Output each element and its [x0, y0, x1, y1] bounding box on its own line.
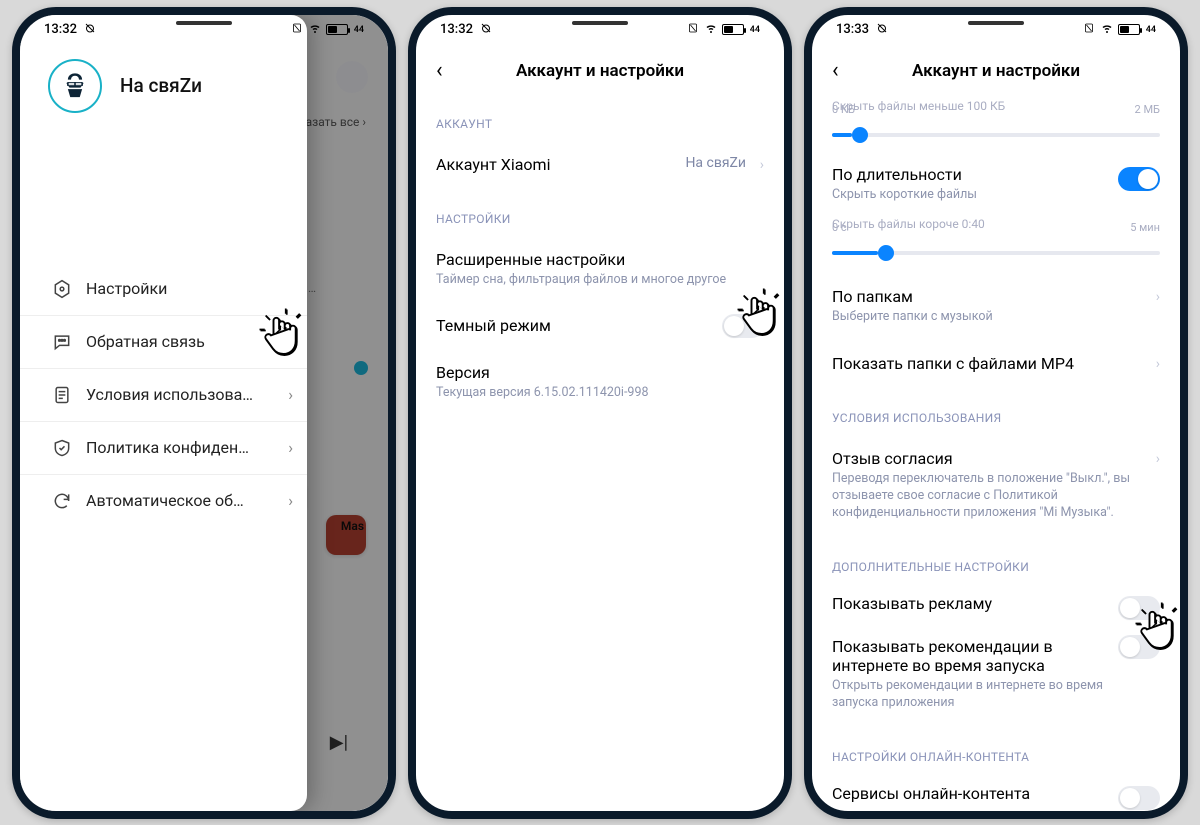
alarm-off-icon — [83, 22, 97, 38]
chevron-right-icon: › — [288, 438, 293, 457]
section-account: АККАУНТ — [436, 117, 764, 131]
slider-min: 0 КБ — [832, 103, 855, 116]
row-subtitle: Открыть рекомендации в интернете во врем… — [832, 678, 1112, 712]
toggle-dark-mode[interactable] — [722, 314, 764, 338]
back-button[interactable]: ‹ — [832, 58, 839, 83]
row-subtitle: Скрыть короткие файлы — [832, 187, 1160, 204]
row-title: По длительности — [832, 165, 1160, 184]
page-title: Аккаунт и настройки — [912, 61, 1080, 81]
wifi-icon — [308, 22, 322, 38]
row-value: На свяZи — [685, 155, 746, 171]
menu-autoupdate[interactable]: Автоматическое об… › — [20, 475, 307, 527]
row-subtitle: Текущая версия 6.15.02.111420i-998 — [436, 385, 764, 402]
no-sim-icon — [290, 22, 304, 38]
status-time: 13:32 — [44, 22, 77, 37]
row-advanced-settings[interactable]: Расширенные настройки Таймер сна, фильтр… — [436, 236, 764, 303]
chat-icon — [52, 332, 72, 352]
menu-label: Настройки — [86, 279, 167, 298]
shield-icon — [52, 438, 72, 458]
hex-icon — [52, 279, 72, 299]
wifi-icon — [704, 22, 718, 38]
avatar[interactable] — [48, 59, 102, 113]
toggle-duration[interactable] — [1118, 167, 1160, 191]
row-title: Показывать рекламу — [832, 594, 1160, 613]
row-online-services[interactable]: Сервисы онлайн-контента — [832, 774, 1160, 813]
battery-icon — [326, 24, 348, 35]
menu-label: Обратная связь — [86, 332, 205, 351]
wifi-icon — [1100, 22, 1114, 38]
chevron-right-icon: › — [760, 157, 764, 173]
menu-settings[interactable]: Настройки — [20, 263, 307, 316]
alarm-off-icon — [479, 22, 493, 38]
drawer-username: На свяZи — [120, 74, 202, 97]
nav-drawer: На свяZи Настройки Обратная связь Услови… — [20, 15, 307, 811]
slider-max: 2 МБ — [1135, 103, 1160, 116]
chevron-right-icon: › — [288, 491, 293, 510]
menu-terms[interactable]: Условия использова… › — [20, 369, 307, 422]
row-subtitle: Выберите папки с музыкой — [832, 309, 1160, 326]
menu-label: Политика конфиден… — [86, 438, 249, 457]
chevron-right-icon: › — [1156, 356, 1160, 372]
row-duration[interactable]: По длительности Скрыть короткие файлы — [832, 155, 1160, 214]
phone-2: 13:32 44 ‹ Аккаунт и настройки АККАУНТ А… — [408, 7, 792, 819]
section-online: НАСТРОЙКИ ОНЛАЙН-КОНТЕНТА — [832, 750, 1160, 764]
slider-min: 0 с — [832, 221, 847, 234]
page-title: Аккаунт и настройки — [516, 61, 684, 81]
row-subtitle: Таймер сна, фильтрация файлов и многое д… — [436, 272, 764, 289]
chevron-right-icon: › — [1156, 451, 1160, 467]
row-subtitle: Переводя переключатель в положение "Выкл… — [832, 471, 1132, 522]
chevron-right-icon: › — [1156, 289, 1160, 305]
toggle-ads[interactable] — [1118, 596, 1160, 620]
no-sim-icon — [1082, 22, 1096, 38]
row-folders[interactable]: По папкам Выберите папки с музыкой › — [832, 273, 1160, 340]
toggle-online-services[interactable] — [1118, 786, 1160, 810]
row-xiaomi-account[interactable]: Аккаунт Xiaomi На свяZи › — [436, 141, 764, 188]
menu-label: Условия использова… — [86, 385, 253, 404]
slider-filesize-caption: Скрыть файлы меньше 100 КБ — [832, 99, 1160, 113]
battery-icon — [1118, 24, 1140, 35]
slider-filesize[interactable] — [832, 133, 1160, 137]
battery-icon — [722, 24, 744, 35]
slider-max: 5 мин — [1130, 221, 1160, 234]
menu-label: Автоматическое об… — [86, 491, 244, 510]
row-show-recommendations[interactable]: Показывать рекомендации в интернете во в… — [832, 623, 1160, 726]
status-time: 13:32 — [440, 22, 473, 37]
row-show-ads[interactable]: Показывать рекламу — [832, 584, 1160, 623]
menu-feedback[interactable]: Обратная связь — [20, 316, 307, 369]
menu-privacy[interactable]: Политика конфиден… › — [20, 422, 307, 475]
drawer-menu: Настройки Обратная связь Условия использ… — [20, 263, 307, 527]
row-title: Отзыв согласия — [832, 449, 1160, 468]
slider-duration-caption: Скрыть файлы короче 0:40 — [832, 217, 1160, 231]
phone-3: 13:33 44 ‹ Аккаунт и настройки Скрыть фа… — [804, 7, 1188, 819]
row-mp4-folders[interactable]: Показать папки с файлами MP4 › — [832, 340, 1160, 387]
section-terms: УСЛОВИЯ ИСПОЛЬЗОВАНИЯ — [832, 411, 1160, 425]
phone-1: Показать все › ▶ 3,0M Россия HAMAN МОЯ у… — [12, 7, 396, 819]
row-consent[interactable]: Отзыв согласия Переводя переключатель в … — [832, 435, 1160, 536]
chevron-right-icon: › — [288, 385, 293, 404]
row-title: Показывать рекомендации в интернете во в… — [832, 637, 1092, 675]
row-title: Показать папки с файлами MP4 — [832, 354, 1160, 373]
status-time: 13:33 — [836, 22, 869, 37]
section-settings: НАСТРОЙКИ — [436, 212, 764, 226]
back-button[interactable]: ‹ — [436, 58, 443, 83]
doc-icon — [52, 385, 72, 405]
refresh-icon — [52, 491, 72, 511]
row-title: По папкам — [832, 287, 1160, 306]
toggle-recommendations[interactable] — [1118, 635, 1160, 659]
row-dark-mode[interactable]: Темный режим — [436, 302, 764, 349]
row-version: Версия Текущая версия 6.15.02.111420i-99… — [436, 349, 764, 416]
alarm-off-icon — [875, 22, 889, 38]
row-title: Сервисы онлайн-контента — [832, 784, 1160, 803]
row-title: Расширенные настройки — [436, 250, 764, 269]
row-title: Темный режим — [436, 316, 764, 335]
section-extra: ДОПОЛНИТЕЛЬНЫЕ НАСТРОЙКИ — [832, 560, 1160, 574]
slider-duration[interactable] — [832, 251, 1160, 255]
row-title: Версия — [436, 363, 764, 382]
no-sim-icon — [686, 22, 700, 38]
